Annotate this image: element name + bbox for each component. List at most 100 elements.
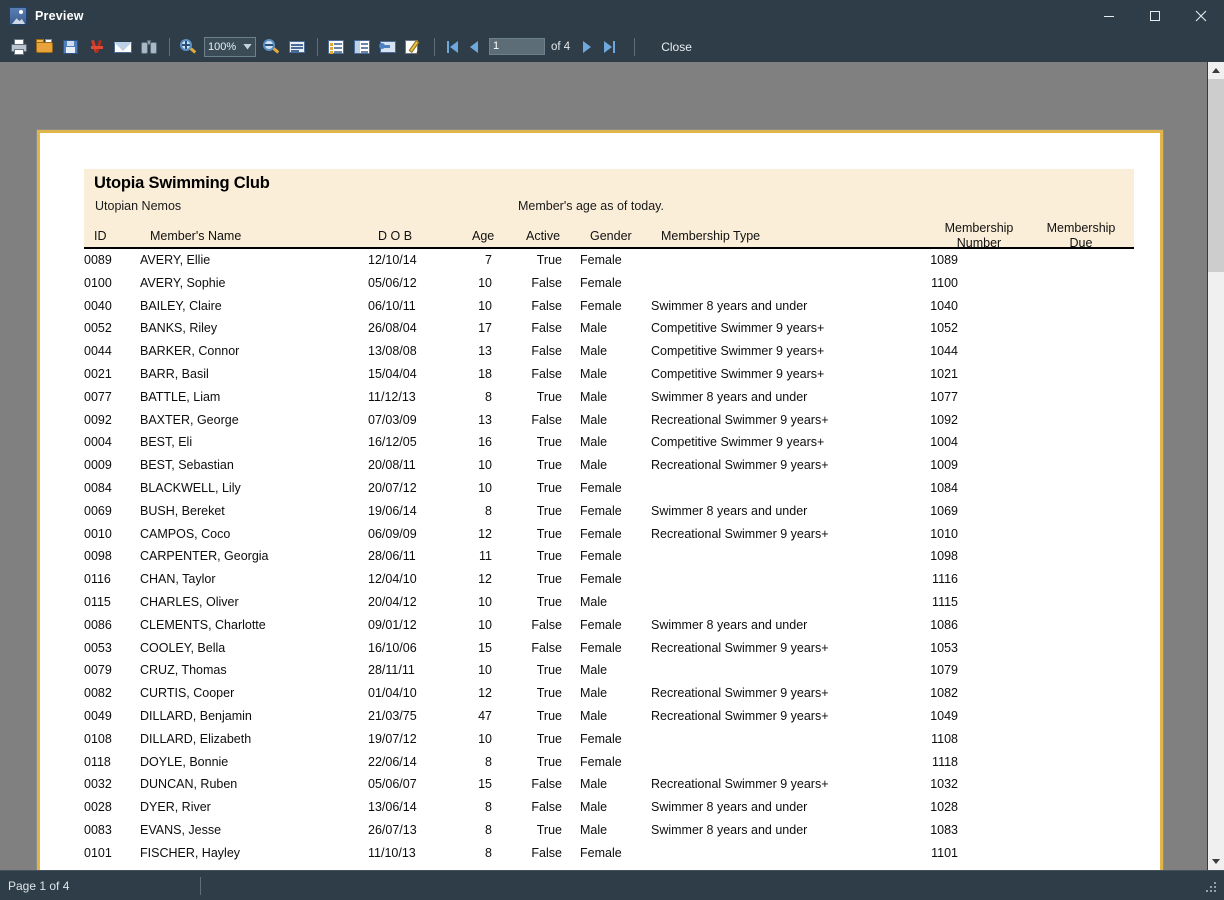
- cell-id: 0004: [84, 435, 112, 450]
- page-layout-icon[interactable]: [285, 35, 309, 59]
- cell-type: Recreational Swimmer 9 years+: [651, 686, 829, 701]
- cell-name: AVERY, Sophie: [140, 275, 226, 290]
- cell-dob: 13/06/14: [368, 800, 417, 815]
- cell-id: 0086: [84, 617, 112, 632]
- cell-active: True: [536, 389, 562, 404]
- cell-id: 0053: [84, 640, 112, 655]
- close-preview-button[interactable]: Close: [655, 38, 698, 56]
- cell-gender: Female: [580, 845, 622, 860]
- cell-number: 1084: [930, 480, 958, 495]
- scroll-thumb[interactable]: [1208, 79, 1224, 272]
- cell-gender: Male: [580, 663, 608, 678]
- save-disk-icon[interactable]: [59, 35, 83, 59]
- cell-age: 10: [478, 275, 492, 290]
- two-column-icon[interactable]: [350, 35, 374, 59]
- last-page-icon[interactable]: [598, 36, 620, 58]
- close-window-button[interactable]: [1178, 0, 1224, 32]
- cell-gender: Female: [580, 526, 622, 541]
- previous-page-icon[interactable]: [463, 36, 485, 58]
- window-title: Preview: [35, 9, 84, 23]
- minimize-button[interactable]: [1086, 0, 1132, 32]
- cell-name: BAILEY, Claire: [140, 298, 222, 313]
- cell-active: True: [536, 708, 562, 723]
- cell-active: True: [536, 822, 562, 837]
- page-number-input[interactable]: 1: [489, 38, 545, 55]
- cell-active: False: [531, 800, 562, 815]
- cell-number: 1044: [930, 344, 958, 359]
- cell-dob: 20/04/12: [368, 594, 417, 609]
- open-folder-icon[interactable]: [33, 35, 57, 59]
- outline-list-icon[interactable]: [324, 35, 348, 59]
- cell-dob: 11/12/13: [368, 389, 416, 404]
- cell-age: 10: [478, 731, 492, 746]
- cell-type: Competitive Swimmer 9 years+: [651, 344, 825, 359]
- scroll-up-button[interactable]: [1208, 62, 1224, 79]
- cell-dob: 12/04/10: [368, 572, 417, 587]
- cell-age: 18: [478, 366, 492, 381]
- cell-active: True: [536, 503, 562, 518]
- zoom-out-icon[interactable]: [259, 35, 283, 59]
- cell-id: 0092: [84, 412, 112, 427]
- preview-window: Preview 100% 1 of 4 Close Utopia Swimmin…: [0, 0, 1224, 900]
- resize-grip-icon[interactable]: [1204, 878, 1220, 894]
- table-row: 0083 EVANS, Jesse 26/07/13 8 True Male Swimmer…: [40, 821, 1160, 844]
- cell-dob: 26/07/13: [368, 822, 417, 837]
- cell-name: DYER, River: [140, 800, 211, 815]
- scroll-down-button[interactable]: [1208, 853, 1224, 870]
- toolbar-separator-3: [434, 37, 435, 56]
- cell-number: 1040: [930, 298, 958, 313]
- cell-type: Competitive Swimmer 9 years+: [651, 435, 825, 450]
- cell-active: True: [536, 435, 562, 450]
- maximize-button[interactable]: [1132, 0, 1178, 32]
- table-row: 0086 CLEMENTS, Charlotte 09/01/12 10 False Fe…: [40, 616, 1160, 639]
- cell-number: 1118: [932, 754, 958, 769]
- cell-age: 10: [478, 458, 492, 473]
- cell-type: Swimmer 8 years and under: [651, 298, 808, 313]
- find-binoculars-icon[interactable]: [137, 35, 161, 59]
- cell-dob: 20/07/12: [368, 480, 417, 495]
- cell-dob: 11/10/13: [368, 845, 416, 860]
- export-pdf-icon[interactable]: [85, 35, 109, 59]
- table-row: 0118 DOYLE, Bonnie 22/06/14 8 True Female 1118: [40, 753, 1160, 776]
- cell-gender: Male: [580, 822, 608, 837]
- zoom-level-select[interactable]: 100%: [204, 36, 256, 57]
- cell-type: Competitive Swimmer 9 years+: [651, 366, 825, 381]
- cell-number: 1098: [930, 549, 958, 564]
- next-page-icon[interactable]: [576, 36, 598, 58]
- table-row: 0010 CAMPOS, Coco 06/09/09 12 True Female Recr…: [40, 525, 1160, 548]
- preview-area: Utopia Swimming Club Utopian Nemos Membe…: [0, 62, 1224, 870]
- zoom-in-icon[interactable]: [176, 35, 200, 59]
- status-divider: [200, 876, 201, 895]
- watermark-key-icon[interactable]: [376, 35, 400, 59]
- cell-number: 1100: [931, 275, 958, 290]
- cell-id: 0079: [84, 663, 112, 678]
- cell-age: 15: [478, 777, 492, 792]
- cell-gender: Female: [580, 298, 622, 313]
- cell-id: 0009: [84, 458, 112, 473]
- cell-active: True: [536, 686, 562, 701]
- table-row: 0040 BAILEY, Claire 06/10/11 10 False Female S…: [40, 297, 1160, 320]
- cell-id: 0021: [84, 366, 112, 381]
- scroll-track[interactable]: [1208, 79, 1224, 853]
- cell-gender: Female: [580, 754, 622, 769]
- cell-dob: 12/10/14: [368, 253, 417, 267]
- cell-dob: 28/06/11: [368, 549, 416, 564]
- first-page-icon[interactable]: [441, 36, 463, 58]
- cell-name: BANKS, Riley: [140, 321, 218, 336]
- cell-active: False: [531, 366, 562, 381]
- print-icon[interactable]: [7, 35, 31, 59]
- email-icon[interactable]: [111, 35, 135, 59]
- cell-name: CHAN, Taylor: [140, 572, 216, 587]
- cell-number: 1069: [930, 503, 958, 518]
- vertical-scrollbar[interactable]: [1207, 62, 1224, 870]
- cell-number: 1101: [931, 845, 958, 860]
- cell-id: 0040: [84, 298, 112, 313]
- cell-number: 1032: [930, 777, 958, 792]
- table-row: 0082 CURTIS, Cooper 01/04/10 12 True Male Recr…: [40, 684, 1160, 707]
- cell-id: 0089: [84, 253, 112, 267]
- edit-page-icon[interactable]: [402, 35, 426, 59]
- cell-gender: Male: [580, 389, 608, 404]
- cell-age: 8: [485, 822, 492, 837]
- table-row: 0069 BUSH, Bereket 19/06/14 8 True Female Swim…: [40, 502, 1160, 525]
- cell-active: False: [531, 777, 562, 792]
